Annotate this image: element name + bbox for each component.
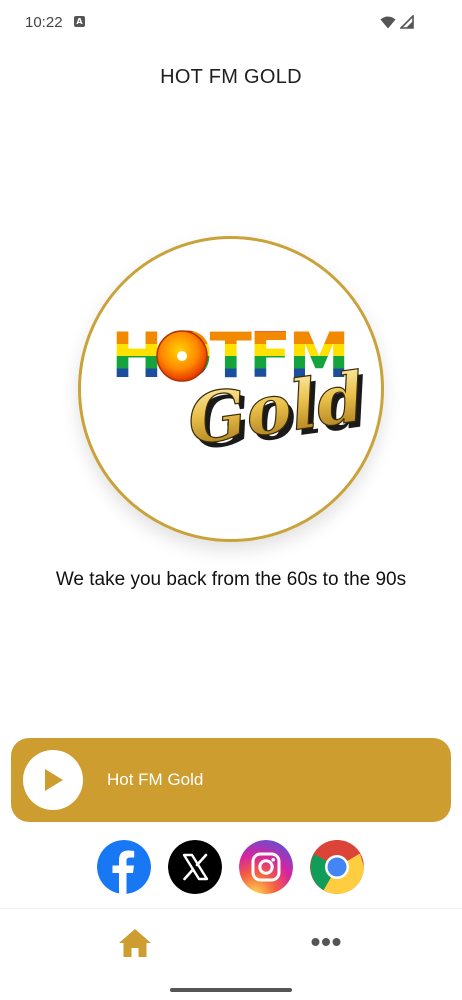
social-links [97,840,364,894]
home-icon[interactable] [118,927,152,959]
player-bar[interactable]: Hot FM Gold [11,738,451,822]
instagram-icon[interactable] [239,840,293,894]
station-name: Hot FM Gold [107,770,204,789]
wifi-icon [380,16,396,28]
chrome-icon[interactable] [310,840,364,894]
more-icon[interactable] [311,937,341,947]
status-icons [380,15,414,29]
gesture-bar [170,988,292,992]
play-button[interactable] [23,750,83,810]
bottom-navigation [0,908,462,1000]
status-badge: A [74,16,85,27]
station-logo: HOTFM Gold Gold [78,236,384,542]
status-bar: 10:22 A [0,0,462,46]
facebook-icon[interactable] [97,840,151,894]
x-icon[interactable] [168,840,222,894]
signal-icon [400,15,414,29]
page-title: HOT FM GOLD [160,66,302,88]
hot-fm-gold-logo: HOTFM Gold Gold [111,319,374,466]
play-icon [45,769,63,791]
station-tagline: We take you back from the 60s to the 90s [55,569,407,590]
status-time: 10:22 [25,14,63,31]
